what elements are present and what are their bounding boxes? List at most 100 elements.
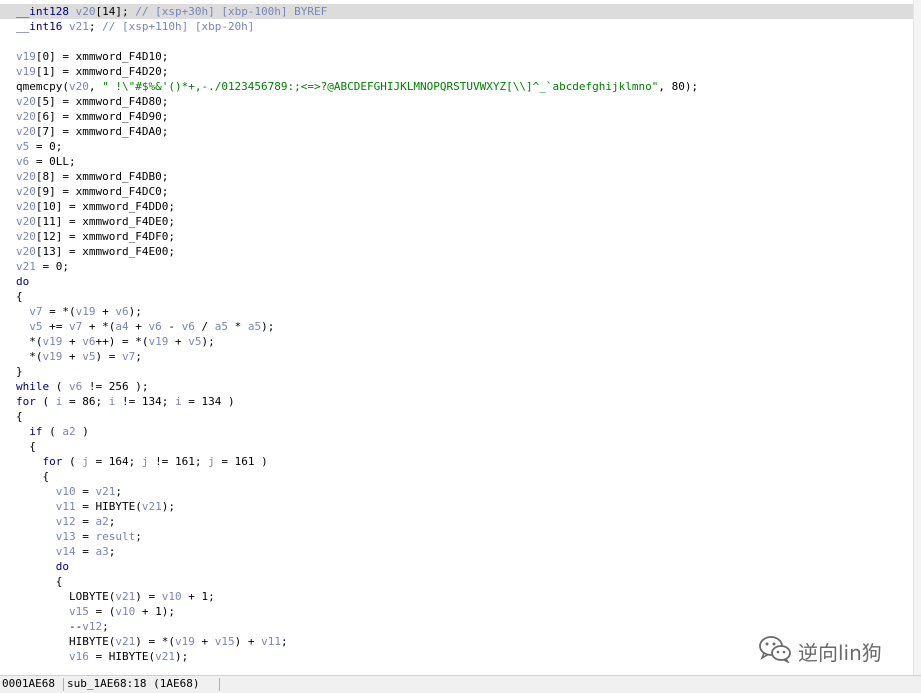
code-line[interactable]: v14 = a3; [0,544,921,559]
code-token[interactable]: v14 [56,545,76,558]
code-token[interactable]: v19 [76,305,96,318]
code-token[interactable]: v21 [96,485,116,498]
code-line[interactable]: v20[8] = xmmword_F4DB0; [0,169,921,184]
code-token[interactable]: v12 [56,515,76,528]
code-token[interactable]: v21 [115,635,135,648]
code-token[interactable]: v20 [16,110,36,123]
code-line[interactable]: __int16 v21; // [xsp+110h] [xbp-20h] [0,19,921,34]
code-line[interactable]: LOBYTE(v21) = v10 + 1; [0,589,921,604]
code-token[interactable]: v21 [69,20,89,33]
code-token[interactable]: v10 [162,590,182,603]
code-token[interactable]: v13 [56,530,76,543]
code-token[interactable]: a5 [215,320,228,333]
code-token[interactable]: v20 [16,230,36,243]
code-token[interactable]: v7 [122,350,135,363]
code-token[interactable]: v19 [16,50,36,63]
code-token[interactable]: v15 [215,635,235,648]
code-line[interactable]: v20[6] = xmmword_F4D90; [0,109,921,124]
code-token[interactable]: v19 [43,335,63,348]
code-line[interactable]: *(v19 + v6++) = *(v19 + v5); [0,334,921,349]
code-token[interactable]: a5 [248,320,261,333]
code-line[interactable]: qmemcpy(v20, " !\"#$%&'()*+,-./012345678… [0,79,921,94]
code-token[interactable]: a2 [62,425,75,438]
code-line[interactable]: v20[5] = xmmword_F4D80; [0,94,921,109]
code-line[interactable]: --v12; [0,619,921,634]
code-line[interactable]: { [0,574,921,589]
code-line[interactable]: v20[13] = xmmword_F4E00; [0,244,921,259]
code-token[interactable]: v6 [182,320,195,333]
code-token[interactable]: v21 [155,650,175,663]
code-token[interactable]: v6 [69,380,82,393]
code-token[interactable]: v19 [43,350,63,363]
code-line[interactable]: do [0,559,921,574]
code-line[interactable]: v10 = v21; [0,484,921,499]
code-token[interactable]: v20 [16,170,36,183]
code-line[interactable] [0,34,921,49]
code-line[interactable]: v20[10] = xmmword_F4DD0; [0,199,921,214]
code-line[interactable]: v15 = (v10 + 1); [0,604,921,619]
code-token[interactable]: v19 [16,65,36,78]
code-line[interactable]: while ( v6 != 256 ); [0,379,921,394]
code-line[interactable]: v20[11] = xmmword_F4DE0; [0,214,921,229]
pseudocode-view[interactable]: __int128 v20[14]; // [xsp+30h] [xbp-100h… [0,0,921,675]
code-token[interactable]: v16 [69,650,89,663]
code-line[interactable]: do [0,274,921,289]
code-line[interactable]: *(v19 + v5) = v7; [0,349,921,364]
code-line[interactable]: v7 = *(v19 + v6); [0,304,921,319]
code-line[interactable]: v20[7] = xmmword_F4DA0; [0,124,921,139]
code-line[interactable]: v13 = result; [0,529,921,544]
code-token[interactable]: j [82,455,89,468]
code-token[interactable]: v11 [56,500,76,513]
code-line[interactable]: v12 = a2; [0,514,921,529]
code-token[interactable]: v10 [115,605,135,618]
code-line[interactable]: v20[9] = xmmword_F4DC0; [0,184,921,199]
code-token[interactable]: v6 [16,155,29,168]
code-token[interactable]: v6 [115,305,128,318]
code-token[interactable]: v21 [142,500,162,513]
code-line[interactable]: v6 = 0LL; [0,154,921,169]
code-line[interactable]: v5 += v7 + *(a4 + v6 - v6 / a5 * a5); [0,319,921,334]
code-token[interactable]: result [96,530,136,543]
code-token[interactable]: v15 [69,605,89,618]
code-token[interactable]: v7 [69,320,82,333]
code-token[interactable]: v5 [188,335,201,348]
code-line[interactable]: for ( i = 86; i != 134; i = 134 ) [0,394,921,409]
code-token[interactable]: j [208,455,215,468]
code-line[interactable]: v5 = 0; [0,139,921,154]
code-token[interactable]: v21 [115,590,135,603]
code-line[interactable]: v11 = HIBYTE(v21); [0,499,921,514]
code-token[interactable]: v20 [16,245,36,258]
code-token[interactable]: a2 [96,515,109,528]
code-line[interactable]: v21 = 0; [0,259,921,274]
code-line[interactable]: } [0,364,921,379]
code-token[interactable]: v19 [148,335,168,348]
code-line[interactable]: { [0,469,921,484]
code-line[interactable]: { [0,409,921,424]
code-token[interactable]: v12 [82,620,102,633]
code-line[interactable]: __int128 v20[14]; // [xsp+30h] [xbp-100h… [0,4,921,19]
code-token[interactable]: v7 [29,305,42,318]
code-line[interactable]: { [0,289,921,304]
code-line[interactable]: if ( a2 ) [0,424,921,439]
code-token[interactable]: v21 [16,260,36,273]
code-token[interactable]: a4 [115,320,128,333]
code-token[interactable]: v5 [29,320,42,333]
code-token[interactable]: v20 [16,185,36,198]
code-line[interactable]: { [0,439,921,454]
code-token[interactable]: v6 [82,335,95,348]
code-token[interactable]: v10 [56,485,76,498]
code-token[interactable]: v20 [16,95,36,108]
code-token[interactable]: v20 [69,80,89,93]
vertical-scrollbar[interactable] [913,0,921,675]
code-token[interactable]: v5 [16,140,29,153]
code-line[interactable]: v19[0] = xmmword_F4D10; [0,49,921,64]
code-line[interactable]: v19[1] = xmmword_F4D20; [0,64,921,79]
code-token[interactable]: i [175,395,182,408]
code-token[interactable]: a3 [96,545,109,558]
code-token[interactable]: v11 [261,635,281,648]
code-token[interactable]: v20 [16,200,36,213]
code-token[interactable]: v19 [175,635,195,648]
code-line[interactable]: v20[12] = xmmword_F4DF0; [0,229,921,244]
code-token[interactable]: v20 [76,5,96,18]
code-token[interactable]: v20 [16,125,36,138]
